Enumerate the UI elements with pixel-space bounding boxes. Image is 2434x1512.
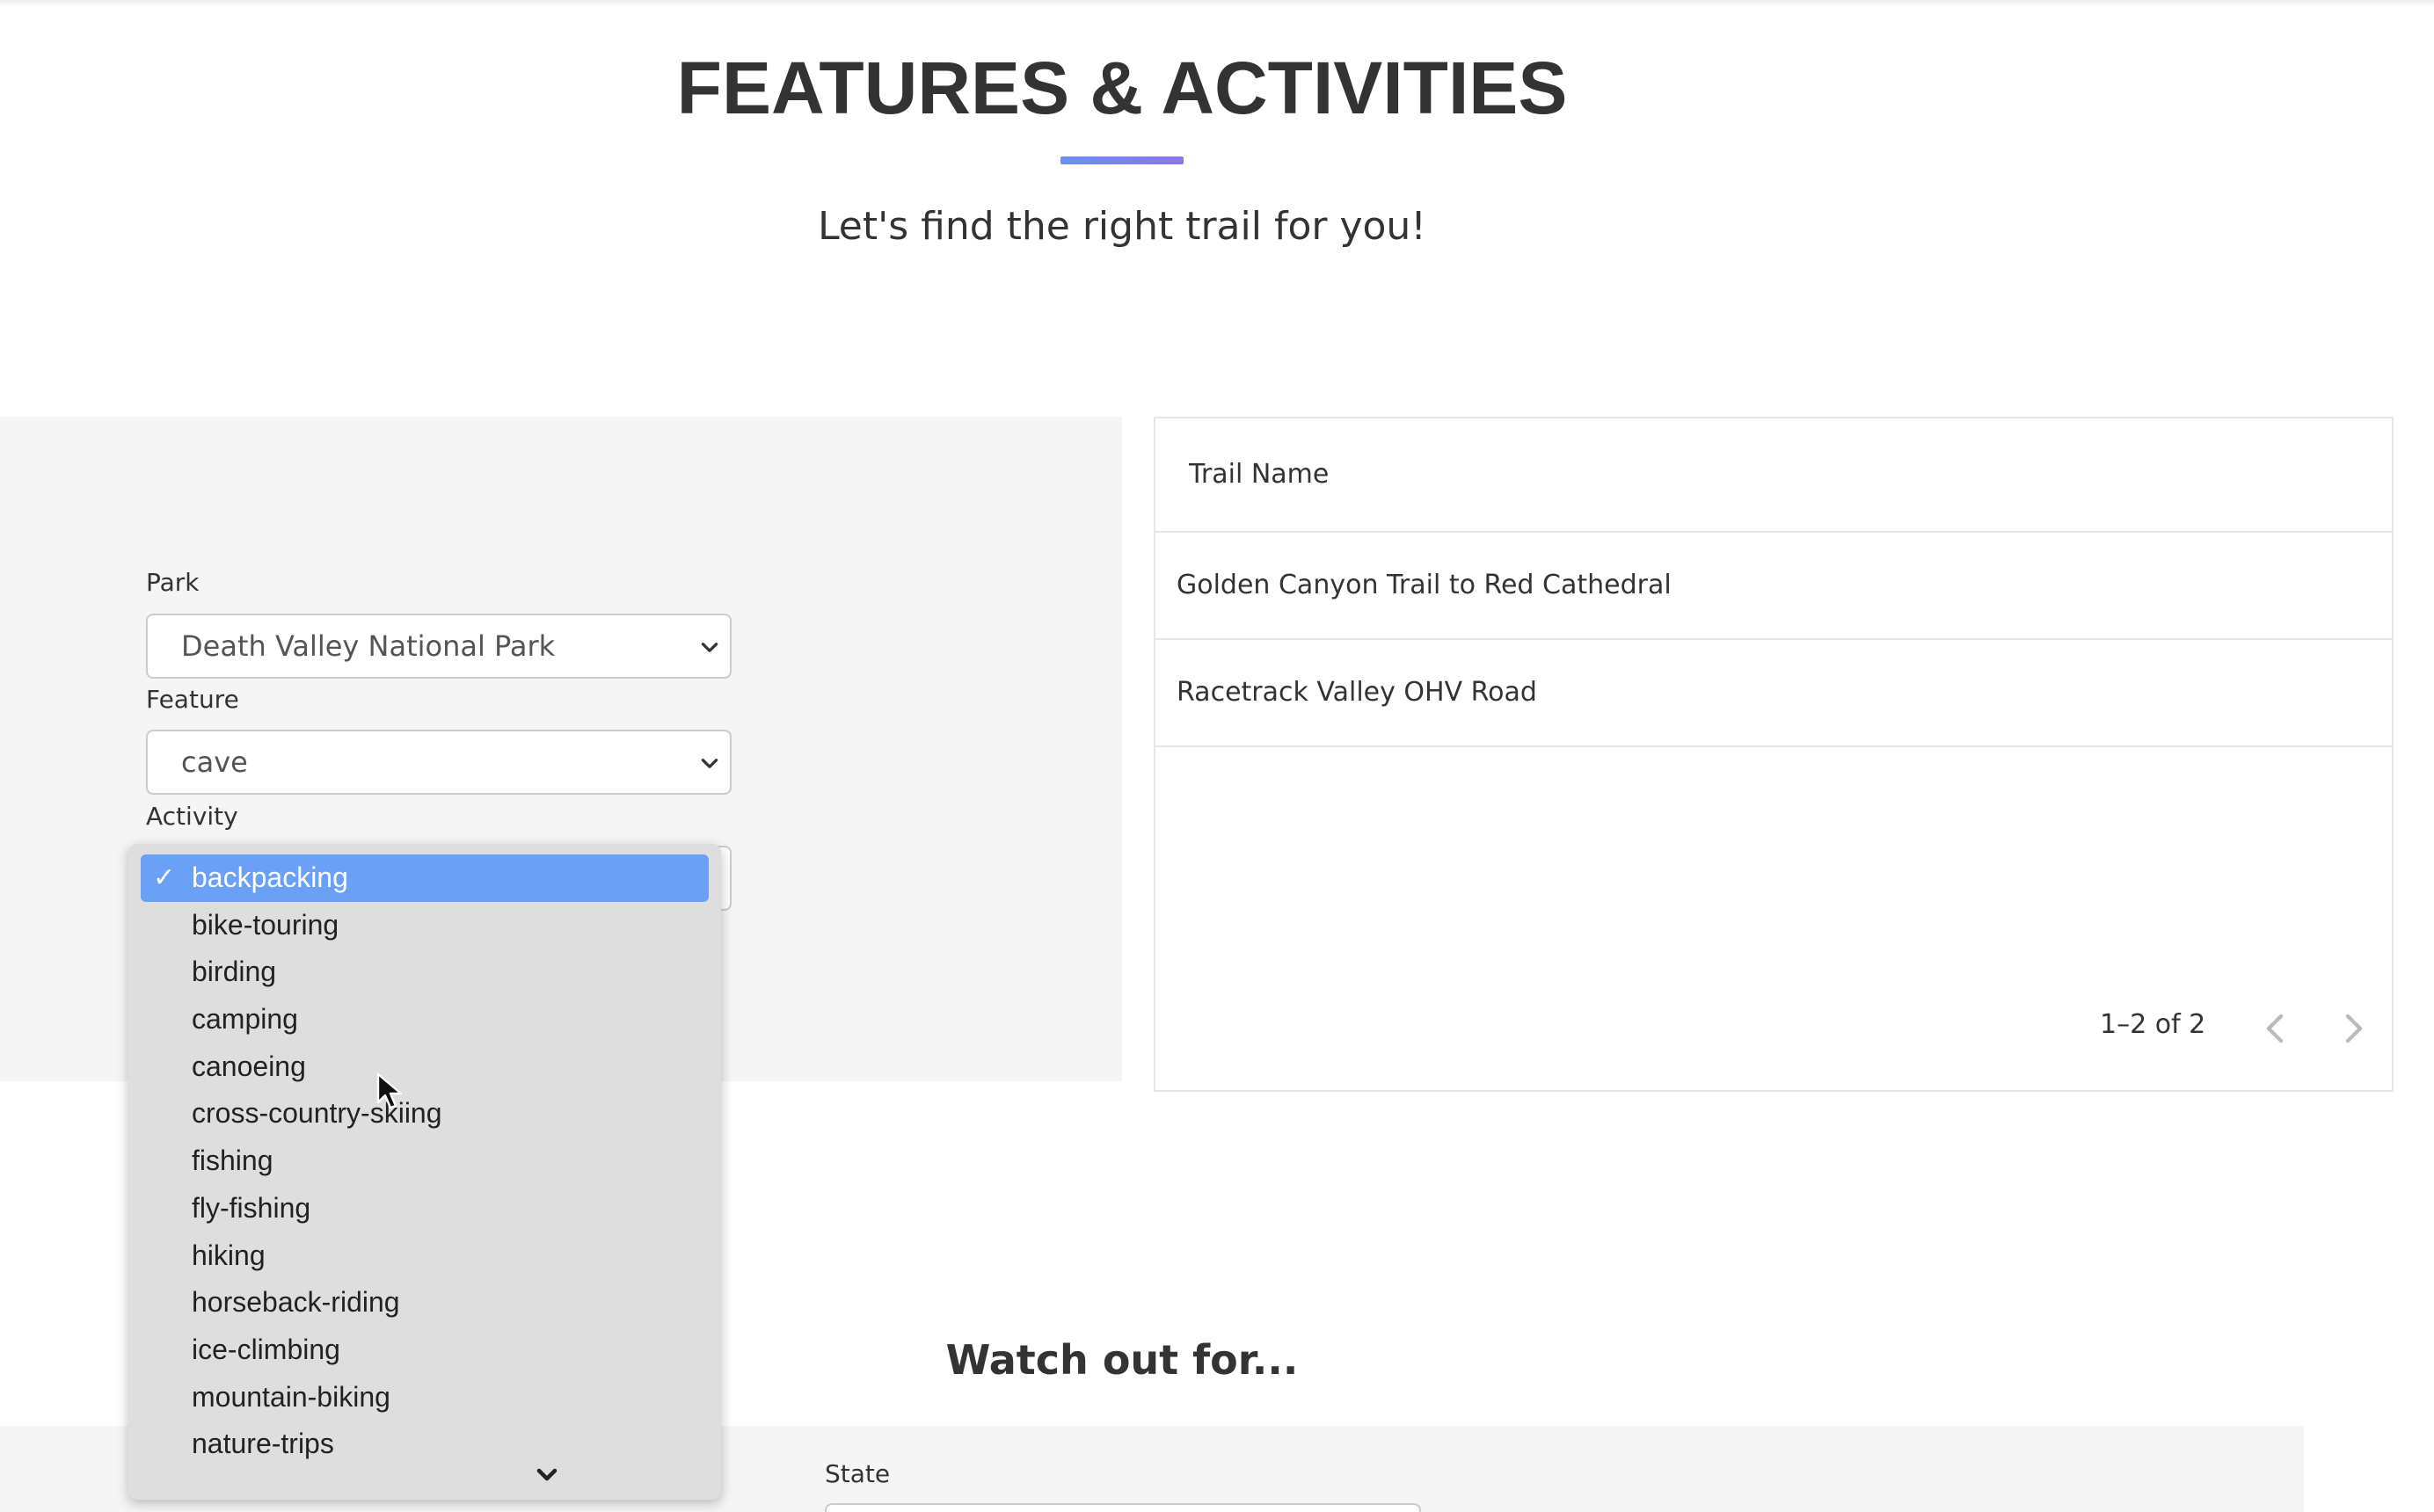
table-header: Trail Name	[1155, 418, 2392, 533]
state-select[interactable]	[825, 1503, 1421, 1512]
option-label: ice-climbing	[192, 1333, 340, 1365]
feature-label: Feature	[146, 685, 239, 714]
table-row[interactable]: Golden Canyon Trail to Red Cathedral	[1155, 533, 2392, 640]
chevron-down-icon	[701, 643, 718, 652]
activity-option-fly-fishing[interactable]: fly-fishing	[141, 1185, 709, 1232]
activity-option-ice-climbing[interactable]: ice-climbing	[141, 1327, 709, 1374]
pagination-range: 1–2 of 2	[2100, 1009, 2206, 1040]
mouse-pointer-icon	[376, 1072, 403, 1109]
park-select-value: Death Valley National Park	[181, 629, 556, 663]
feature-select[interactable]: cave	[146, 730, 732, 795]
page-title: FEATURES & ACTIVITIES	[676, 47, 1568, 129]
trail-name-cell: Racetrack Valley OHV Road	[1177, 677, 1537, 708]
feature-select-value: cave	[181, 745, 248, 779]
option-label: hiking	[192, 1239, 266, 1271]
park-label: Park	[146, 568, 200, 597]
activity-option-backpacking[interactable]: ✓ backpacking	[141, 854, 709, 902]
page-subtitle: Let's find the right trail for you!	[818, 204, 1426, 249]
option-label: backpacking	[192, 861, 348, 893]
column-header-trail-name[interactable]: Trail Name	[1189, 459, 1329, 490]
activity-option-mountain-biking[interactable]: mountain-biking	[141, 1374, 709, 1421]
activity-option-fishing[interactable]: fishing	[141, 1138, 709, 1185]
state-label: State	[825, 1459, 891, 1488]
option-label: canoeing	[192, 1050, 306, 1082]
activity-option-hiking[interactable]: hiking	[141, 1232, 709, 1280]
option-label: nature-trips	[192, 1428, 334, 1460]
option-label: fishing	[192, 1145, 273, 1177]
activity-option-birding[interactable]: birding	[141, 949, 709, 996]
title-underline	[1060, 156, 1184, 164]
trail-name-cell: Golden Canyon Trail to Red Cathedral	[1177, 570, 1672, 600]
option-label: bike-touring	[192, 908, 339, 941]
activity-options: ✓ backpacking bike-touring birding campi…	[128, 854, 721, 1461]
option-label: camping	[192, 1003, 298, 1036]
activity-dropdown-list[interactable]: ✓ backpacking bike-touring birding campi…	[128, 844, 721, 1500]
check-icon: ✓	[153, 863, 176, 892]
chevron-down-icon[interactable]	[531, 1463, 563, 1489]
activity-option-horseback-riding[interactable]: horseback-riding	[141, 1279, 709, 1327]
activity-option-camping[interactable]: camping	[141, 996, 709, 1043]
park-select[interactable]: Death Valley National Park	[146, 614, 732, 679]
activity-label: Activity	[146, 802, 238, 831]
activity-option-canoeing[interactable]: canoeing	[141, 1043, 709, 1091]
activity-option-nature-trips[interactable]: nature-trips	[141, 1421, 709, 1461]
option-label: birding	[192, 956, 277, 988]
results-table: Trail Name Golden Canyon Trail to Red Ca…	[1154, 417, 2394, 1092]
chevron-down-icon	[701, 759, 718, 768]
table-row[interactable]: Racetrack Valley OHV Road	[1155, 640, 2392, 747]
activity-option-bike-touring[interactable]: bike-touring	[141, 902, 709, 949]
option-label: fly-fishing	[192, 1191, 311, 1224]
activity-option-cross-country-skiing[interactable]: cross-country-skiing	[141, 1090, 709, 1138]
chevron-right-icon[interactable]	[2336, 1009, 2371, 1048]
option-label: horseback-riding	[192, 1286, 400, 1319]
option-label: mountain-biking	[192, 1380, 390, 1413]
top-divider	[0, 0, 2434, 7]
chevron-left-icon[interactable]	[2258, 1009, 2293, 1048]
